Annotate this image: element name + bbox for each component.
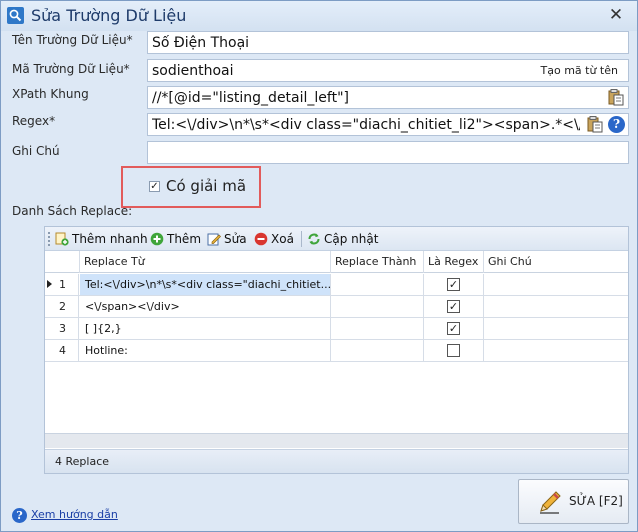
table-row[interactable]: 2 <\/span><\/div> ✓ (45, 296, 628, 318)
cell-replace-to[interactable] (331, 318, 424, 339)
row-indicator[interactable]: 1 (45, 274, 79, 295)
delete-button[interactable]: Xoá (254, 230, 294, 248)
save-button[interactable]: SỬA [F2] (518, 479, 629, 524)
update-button[interactable]: Cập nhật (307, 230, 378, 248)
decode-checkbox[interactable]: ✓ (149, 181, 160, 192)
grid-header: Replace Từ Replace Thành Là Regex Ghi Ch… (45, 251, 628, 273)
edit-icon (207, 232, 221, 246)
is-regex-checkbox[interactable] (447, 344, 460, 357)
row-header-corner (45, 251, 80, 273)
column-header-note[interactable]: Ghi Chú (484, 251, 628, 273)
table-row[interactable]: 3 [ ]{2,} ✓ (45, 318, 628, 340)
help-icon: ? (12, 508, 27, 523)
row-number: 3 (59, 322, 66, 335)
edit-field-dialog: Sửa Trường Dữ Liệu ✕ Tên Trường Dữ Liệu*… (0, 0, 638, 532)
quick-add-label: Thêm nhanh (72, 232, 148, 246)
generate-code-button[interactable]: Tạo mã từ tên (537, 61, 622, 80)
note-box (147, 141, 629, 164)
add-button[interactable]: Thêm (150, 230, 201, 248)
grid-footer: 4 Replace (45, 449, 628, 473)
row-indicator[interactable]: 4 (45, 340, 79, 361)
cell-is-regex: ✓ (424, 296, 484, 317)
current-row-arrow-icon (47, 280, 52, 288)
xpath-box (147, 86, 629, 109)
cell-note[interactable] (484, 274, 628, 295)
field-name-label: Tên Trường Dữ Liệu* (12, 33, 133, 47)
title-bar: Sửa Trường Dữ Liệu ✕ (1, 1, 637, 31)
row-number: 1 (59, 278, 66, 291)
cell-note[interactable] (484, 318, 628, 339)
help-link[interactable]: Xem hướng dẫn (31, 508, 118, 521)
cell-replace-from[interactable]: Hotline: (80, 340, 331, 361)
add-icon (150, 232, 164, 246)
cell-note[interactable] (484, 340, 628, 361)
is-regex-checkbox[interactable]: ✓ (447, 300, 460, 313)
delete-icon (254, 232, 268, 246)
cell-replace-to[interactable] (331, 274, 424, 295)
column-header-replace-from[interactable]: Replace Từ (80, 251, 331, 273)
decode-label[interactable]: Có giải mã (166, 177, 246, 195)
delete-label: Xoá (271, 232, 294, 246)
note-label: Ghi Chú (12, 144, 60, 158)
update-label: Cập nhật (324, 232, 379, 246)
regex-help-icon[interactable]: ? (608, 116, 625, 133)
decode-highlight: ✓ Có giải mã (121, 166, 261, 208)
cell-is-regex: ✓ (424, 318, 484, 339)
cell-replace-from[interactable]: Tel:<\/div>\n*\s*<div class="diachi_chit… (80, 274, 331, 295)
cell-is-regex: ✓ (424, 274, 484, 295)
row-number: 2 (59, 300, 66, 313)
close-button[interactable]: ✕ (605, 4, 627, 26)
field-code-input[interactable] (148, 60, 538, 81)
cell-replace-from[interactable]: [ ]{2,} (80, 318, 331, 339)
field-name-box (147, 31, 629, 54)
field-code-label: Mã Trường Dữ Liệu* (12, 62, 130, 76)
pencil-icon (540, 491, 561, 514)
row-number: 4 (59, 344, 66, 357)
note-input[interactable] (148, 142, 628, 163)
xpath-label: XPath Khung (12, 87, 89, 101)
save-button-label: SỬA [F2] (569, 494, 623, 508)
window-title: Sửa Trường Dữ Liệu (31, 6, 187, 25)
regex-label: Regex* (12, 114, 56, 128)
row-indicator[interactable]: 2 (45, 296, 79, 317)
add-label: Thêm (167, 232, 202, 246)
row-indicator[interactable]: 3 (45, 318, 79, 339)
quick-add-button[interactable]: Thêm nhanh (55, 230, 148, 248)
edit-button[interactable]: Sửa (207, 230, 247, 248)
quick-add-icon (55, 232, 69, 246)
toolbar-grip[interactable] (48, 232, 50, 246)
replace-list-label: Danh Sách Replace: (12, 204, 133, 218)
field-name-input[interactable] (148, 32, 628, 53)
cell-is-regex (424, 340, 484, 361)
table-row[interactable]: 1 Tel:<\/div>\n*\s*<div class="diachi_ch… (45, 274, 628, 296)
cell-replace-from[interactable]: <\/span><\/div> (80, 296, 331, 317)
column-header-is-regex[interactable]: Là Regex (424, 251, 484, 273)
horizontal-scrollbar[interactable] (45, 433, 628, 448)
app-icon (7, 7, 24, 24)
toolbar-separator (301, 231, 302, 247)
refresh-icon (307, 232, 321, 246)
cell-replace-to[interactable] (331, 296, 424, 317)
column-header-replace-to[interactable]: Replace Thành (331, 251, 424, 273)
regex-box: ? (147, 113, 629, 136)
xpath-input[interactable] (148, 87, 603, 108)
grid-toolbar: Thêm nhanh Thêm Sửa Xoá Cập nhật (45, 227, 628, 251)
regex-input[interactable] (148, 114, 584, 135)
is-regex-checkbox[interactable]: ✓ (447, 278, 460, 291)
field-code-box: Tạo mã từ tên (147, 59, 629, 82)
cell-replace-to[interactable] (331, 340, 424, 361)
is-regex-checkbox[interactable]: ✓ (447, 322, 460, 335)
cell-note[interactable] (484, 296, 628, 317)
table-row[interactable]: 4 Hotline: (45, 340, 628, 362)
edit-label: Sửa (224, 232, 247, 246)
replace-count: 4 Replace (55, 455, 110, 468)
paste-icon[interactable] (587, 116, 603, 133)
paste-icon[interactable] (608, 89, 624, 106)
replace-grid: Thêm nhanh Thêm Sửa Xoá Cập nhật Replace… (44, 226, 629, 474)
